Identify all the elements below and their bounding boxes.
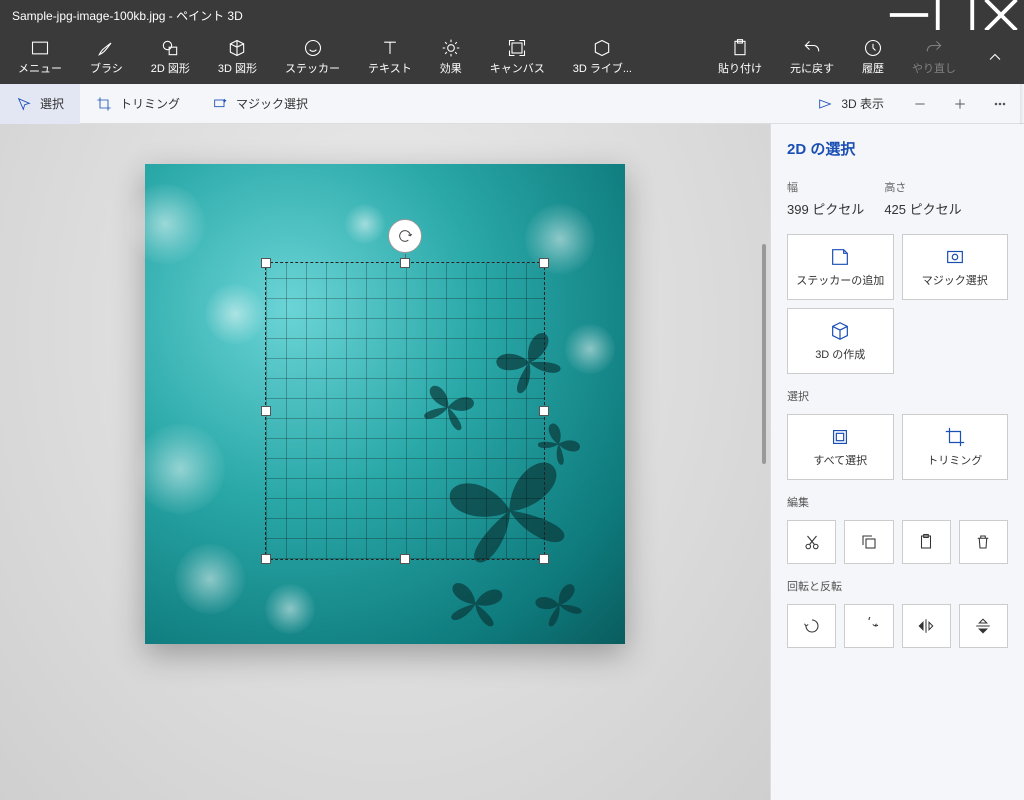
magic-select-tool[interactable]: マジック選択: [196, 84, 324, 124]
height-value: 425 ピクセル: [884, 199, 961, 218]
paste-button[interactable]: [902, 520, 951, 564]
resize-handle-s[interactable]: [400, 554, 410, 564]
crop-button[interactable]: トリミング: [902, 414, 1009, 480]
rotate-cw-button[interactable]: [844, 604, 893, 648]
view3d-toggle[interactable]: 3D 表示: [801, 84, 900, 124]
resize-handle-nw[interactable]: [261, 258, 271, 268]
zoom-in-button[interactable]: [940, 84, 980, 124]
redo-tab: やり直し: [898, 30, 970, 84]
scrollbar-thumb[interactable]: [762, 244, 766, 464]
shapes2d-tab[interactable]: 2D 図形: [137, 30, 204, 84]
canvas-image[interactable]: [145, 164, 625, 644]
subtoolbar: 選択 トリミング マジック選択 3D 表示: [0, 84, 1024, 124]
shapes3d-tab[interactable]: 3D 図形: [204, 30, 271, 84]
undo-tab[interactable]: 元に戻す: [776, 30, 848, 84]
app-window: Sample-jpg-image-100kb.jpg - ペイント 3D メニュ…: [0, 0, 1024, 800]
rotate-handle[interactable]: [388, 219, 422, 253]
section-rotate-label: 回転と反転: [787, 578, 1008, 594]
resize-handle-se[interactable]: [539, 554, 549, 564]
select-tool[interactable]: 選択: [0, 84, 80, 124]
effects-tab[interactable]: 効果: [426, 30, 476, 84]
resize-handle-sw[interactable]: [261, 554, 271, 564]
magic-select-button[interactable]: マジック選択: [902, 234, 1009, 300]
titlebar: Sample-jpg-image-100kb.jpg - ペイント 3D: [0, 0, 1024, 30]
close-button[interactable]: [978, 0, 1024, 30]
section-select-label: 選択: [787, 388, 1008, 404]
resize-handle-e[interactable]: [539, 406, 549, 416]
height-field: 高さ 425 ピクセル: [884, 179, 961, 218]
selection-marquee[interactable]: [265, 262, 545, 560]
properties-panel: 2D の選択 幅 399 ピクセル 高さ 425 ピクセル ステッカーの追加 マ…: [770, 124, 1024, 800]
flip-vertical-button[interactable]: [959, 604, 1008, 648]
width-field: 幅 399 ピクセル: [787, 179, 864, 218]
maximize-button[interactable]: [932, 0, 978, 30]
canvas-tab[interactable]: キャンバス: [476, 30, 559, 84]
brush-tab[interactable]: ブラシ: [76, 30, 137, 84]
window-title: Sample-jpg-image-100kb.jpg - ペイント 3D: [12, 7, 886, 24]
lib3d-tab[interactable]: 3D ライブ...: [559, 30, 646, 84]
menu-tab[interactable]: メニュー: [4, 30, 76, 84]
section-edit-label: 編集: [787, 494, 1008, 510]
resize-handle-w[interactable]: [261, 406, 271, 416]
sticker-tab[interactable]: ステッカー: [271, 30, 354, 84]
rotate-ccw-button[interactable]: [787, 604, 836, 648]
resize-handle-n[interactable]: [400, 258, 410, 268]
paste-tab[interactable]: 貼り付け: [704, 30, 776, 84]
delete-button[interactable]: [959, 520, 1008, 564]
canvas-area[interactable]: [0, 124, 770, 800]
make-3d-button[interactable]: 3D の作成: [787, 308, 894, 374]
panel-title: 2D の選択: [787, 138, 1008, 159]
copy-button[interactable]: [844, 520, 893, 564]
add-sticker-button[interactable]: ステッカーの追加: [787, 234, 894, 300]
width-value: 399 ピクセル: [787, 199, 864, 218]
ribbon: メニュー ブラシ 2D 図形 3D 図形 ステッカー テキスト 効果 キャンバス…: [0, 30, 1024, 84]
select-all-button[interactable]: すべて選択: [787, 414, 894, 480]
more-button[interactable]: [980, 84, 1020, 124]
resize-handle-ne[interactable]: [539, 258, 549, 268]
collapse-ribbon-button[interactable]: [970, 47, 1020, 67]
text-tab[interactable]: テキスト: [354, 30, 426, 84]
crop-tool[interactable]: トリミング: [80, 84, 196, 124]
workspace: 2D の選択 幅 399 ピクセル 高さ 425 ピクセル ステッカーの追加 マ…: [0, 124, 1024, 800]
cut-button[interactable]: [787, 520, 836, 564]
history-tab[interactable]: 履歴: [848, 30, 898, 84]
flip-horizontal-button[interactable]: [902, 604, 951, 648]
minimize-button[interactable]: [886, 0, 932, 30]
zoom-out-button[interactable]: [900, 84, 940, 124]
